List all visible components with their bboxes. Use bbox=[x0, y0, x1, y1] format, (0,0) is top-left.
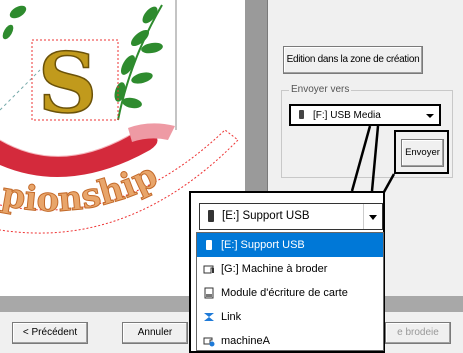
previous-button[interactable]: < Précédent bbox=[12, 322, 88, 344]
option-label: Link bbox=[221, 311, 242, 323]
send-target-options-list: [E:] Support USB [G:] Machine à broder M… bbox=[196, 232, 384, 351]
dropdown-button[interactable] bbox=[363, 204, 382, 229]
zoomed-select-value: [E:] Support USB bbox=[222, 210, 310, 222]
option-embroidery-machine[interactable]: [G:] Machine à broder bbox=[197, 257, 383, 281]
usb-drive-icon bbox=[206, 240, 212, 250]
option-link[interactable]: Link bbox=[197, 305, 383, 329]
cancel-button[interactable]: Annuler bbox=[122, 322, 188, 344]
option-card-writer[interactable]: Module d'écriture de carte bbox=[197, 281, 383, 305]
embroidery-button[interactable]: e brodeie bbox=[385, 322, 451, 344]
option-label: Module d'écriture de carte bbox=[221, 287, 348, 299]
link-icon bbox=[204, 313, 214, 321]
option-label: machineA bbox=[221, 335, 270, 347]
chevron-down-icon bbox=[369, 215, 377, 220]
option-label: [E:] Support USB bbox=[221, 239, 305, 251]
usb-drive-icon bbox=[208, 210, 214, 222]
option-machine-a[interactable]: machineA bbox=[197, 329, 383, 353]
option-usb-support[interactable]: [E:] Support USB bbox=[197, 233, 383, 257]
zoomed-send-target-select[interactable]: [E:] Support USB bbox=[199, 203, 383, 230]
card-writer-icon bbox=[204, 287, 214, 299]
option-label: [G:] Machine à broder bbox=[221, 263, 328, 275]
network-machine-icon bbox=[203, 337, 215, 347]
embroidery-machine-icon bbox=[203, 265, 214, 274]
